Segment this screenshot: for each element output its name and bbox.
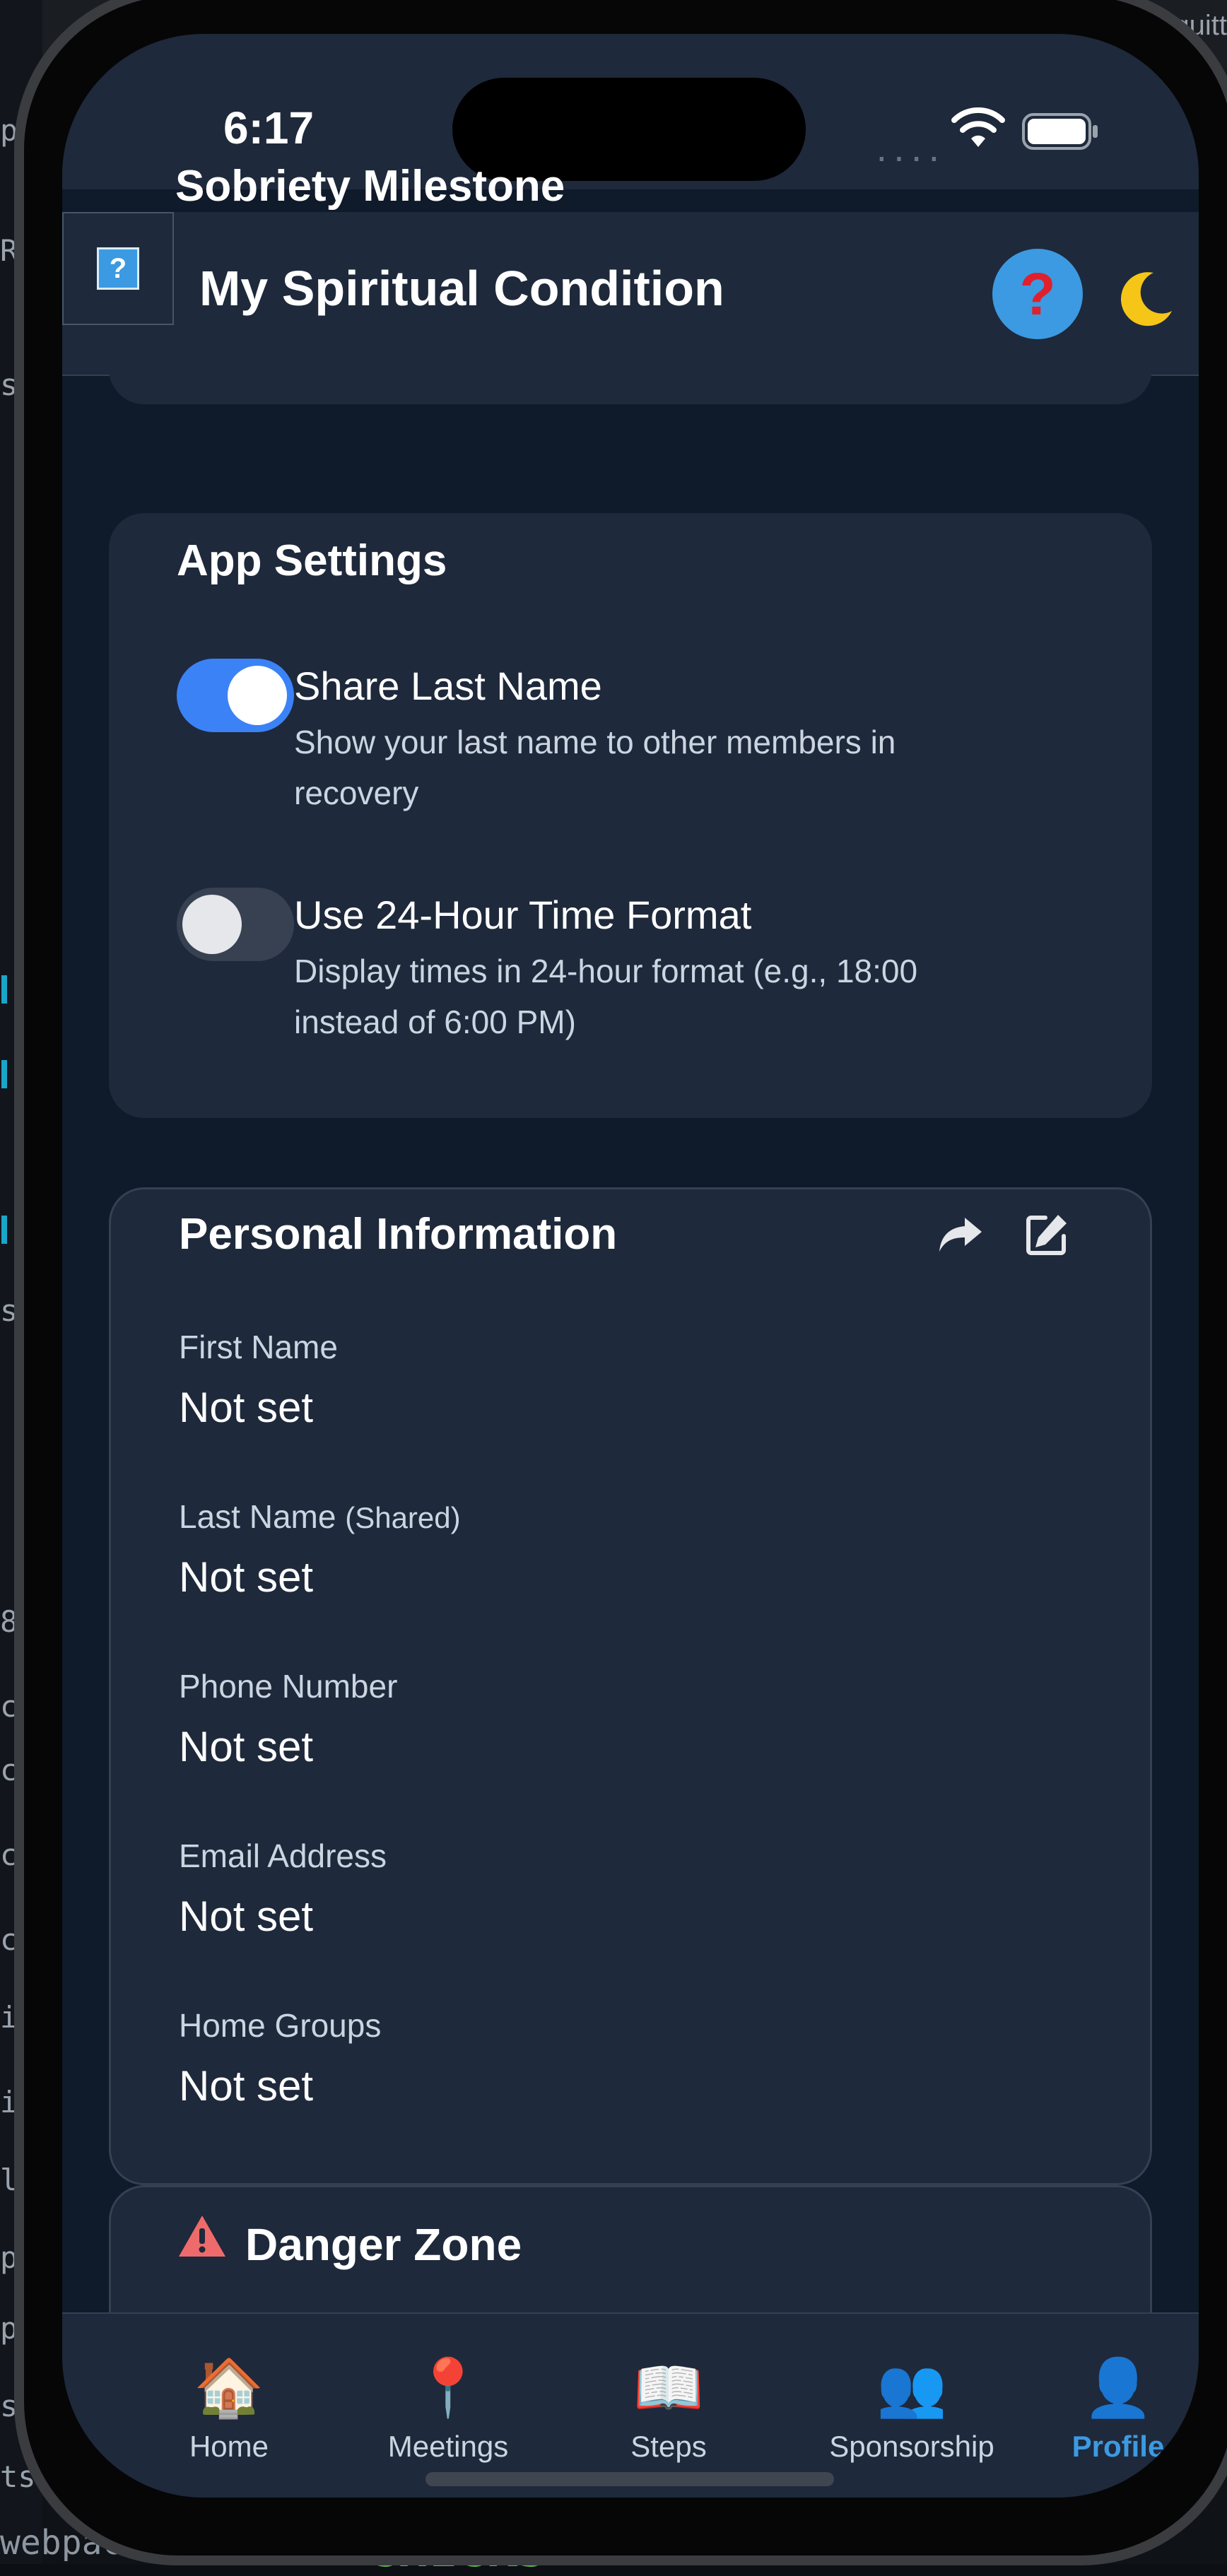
book-icon: 📖	[633, 2356, 704, 2419]
tab-sponsorship[interactable]: 👥 Sponsorship	[770, 2356, 1053, 2464]
time-format-toggle[interactable]	[177, 888, 294, 961]
first-name-label: First Name	[179, 1329, 338, 1365]
tab-label: Meetings	[387, 2430, 509, 2463]
help-button[interactable]: ?	[992, 249, 1083, 339]
moon-icon[interactable]	[1112, 267, 1176, 331]
question-icon: ?	[97, 247, 139, 290]
shared-indicator: (Shared)	[345, 1501, 461, 1534]
time-format-label: Use 24-Hour Time Format	[294, 893, 752, 937]
tab-label: Steps	[630, 2430, 707, 2463]
previous-card-bottom	[109, 362, 1152, 404]
tab-steps[interactable]: 📖 Steps	[563, 2356, 775, 2464]
app-settings-title: App Settings	[177, 536, 447, 585]
home-groups-value: Not set	[179, 2062, 314, 2110]
email-address-value: Not set	[179, 1893, 314, 1940]
house-icon: 🏠	[194, 2356, 264, 2419]
wifi-icon	[951, 107, 1005, 147]
background-marker	[1, 1216, 7, 1244]
phone-number-value: Not set	[179, 1723, 314, 1770]
share-last-name-label: Share Last Name	[294, 664, 602, 708]
toggle-knob	[182, 895, 242, 954]
sobriety-milestone-heading: Sobriety Milestone	[175, 162, 565, 211]
status-time: 6:17	[223, 102, 315, 153]
background-marker	[1, 975, 7, 1004]
tab-home[interactable]: 🏠 Home	[123, 2356, 335, 2464]
people-icon: 👥	[876, 2356, 947, 2419]
last-name-label: Last Name (Shared)	[179, 1498, 461, 1535]
app-settings-card: App Settings Share Last Name Show your l…	[109, 513, 1152, 1118]
tab-label: Home	[189, 2430, 269, 2463]
cellular-signal-icon: ····	[875, 134, 945, 178]
main-content[interactable]: App Settings Share Last Name Show your l…	[62, 362, 1199, 2369]
share-last-name-description: Show your last name to other members in …	[294, 724, 896, 811]
danger-zone-title: Danger Zone	[245, 2219, 522, 2270]
question-mark-icon: ?	[1019, 260, 1056, 327]
app-header: ? My Spiritual Condition ?	[62, 212, 1199, 376]
page-title: My Spiritual Condition	[199, 261, 724, 316]
background-marker	[1, 1060, 7, 1088]
tab-label: Profile	[1072, 2430, 1165, 2463]
bottom-tab-bar: 🏠 Home 📍 Meetings 📖 Steps 👥 Sponsorship …	[62, 2312, 1199, 2498]
time-format-description: Display times in 24-hour format (e.g., 1…	[294, 953, 918, 1040]
share-icon[interactable]	[938, 1215, 983, 1254]
personal-information-card: Personal Information First Name Not set …	[109, 1187, 1152, 2185]
last-name-value: Not set	[179, 1553, 314, 1601]
edit-icon[interactable]	[1024, 1212, 1069, 1257]
battery-icon	[1022, 113, 1098, 150]
pin-icon: 📍	[413, 2356, 483, 2419]
first-name-value: Not set	[179, 1384, 314, 1431]
warning-icon	[179, 2216, 225, 2257]
toggle-knob	[228, 666, 287, 725]
home-groups-label: Home Groups	[179, 2007, 382, 2044]
tab-profile[interactable]: 👤 Profile	[1012, 2356, 1199, 2464]
tab-label: Sponsorship	[829, 2430, 994, 2463]
personal-information-title: Personal Information	[179, 1210, 618, 1259]
home-indicator[interactable]	[425, 2472, 834, 2486]
person-icon: 👤	[1083, 2356, 1153, 2419]
email-address-label: Email Address	[179, 1837, 387, 1874]
phone-screen: 6:17 ···· Sobriety Milestone ? My Spirit…	[62, 34, 1199, 2498]
share-last-name-toggle[interactable]	[177, 659, 294, 732]
tab-meetings[interactable]: 📍 Meetings	[342, 2356, 554, 2464]
help-square-button[interactable]: ?	[62, 212, 174, 325]
phone-number-label: Phone Number	[179, 1668, 398, 1705]
